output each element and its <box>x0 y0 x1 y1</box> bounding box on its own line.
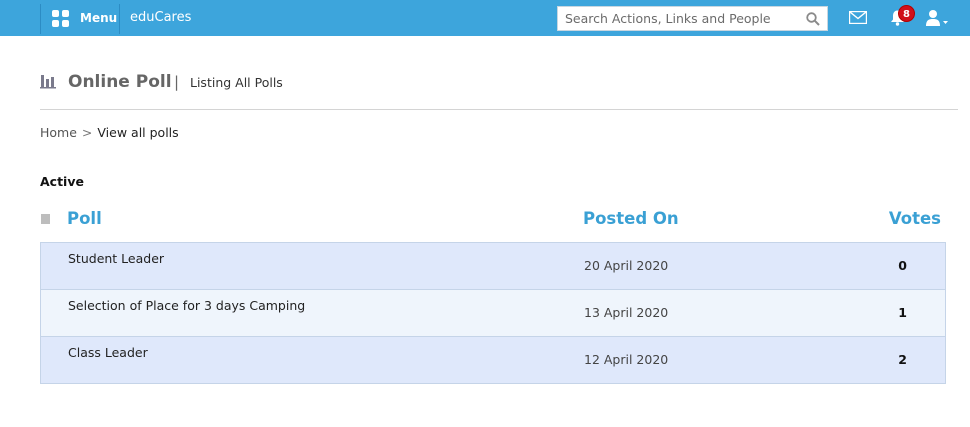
select-all-checkbox[interactable] <box>41 214 50 224</box>
page-title: Online Poll <box>68 72 172 92</box>
page-subtitle: Listing All Polls <box>190 75 283 90</box>
poll-votes: 0 <box>898 258 907 273</box>
table-header: Poll Posted On Votes <box>40 208 946 242</box>
bar-chart-icon <box>40 75 56 89</box>
menu-label: Menu <box>80 11 118 25</box>
poll-name[interactable]: Selection of Place for 3 days Camping <box>68 298 305 313</box>
page-header: Online Poll | Listing All Polls <box>40 70 958 110</box>
poll-name[interactable]: Class Leader <box>68 345 148 360</box>
user-icon[interactable] <box>925 9 949 27</box>
breadcrumb: Home > View all polls <box>40 125 179 140</box>
poll-date: 20 April 2020 <box>584 258 669 273</box>
table-row[interactable]: Selection of Place for 3 days Camping 13… <box>40 289 946 337</box>
poll-date: 13 April 2020 <box>584 305 669 320</box>
menu-button[interactable]: Menu <box>40 4 120 34</box>
column-header-posted-on[interactable]: Posted On <box>583 209 679 228</box>
poll-date: 12 April 2020 <box>584 352 669 367</box>
title-separator: | <box>174 73 180 91</box>
top-navigation-bar: Menu eduCares 8 <box>0 0 970 36</box>
breadcrumb-home-link[interactable]: Home <box>40 125 77 140</box>
search-box <box>557 6 828 31</box>
notification-badge: 8 <box>898 5 915 22</box>
table-row[interactable]: Class Leader 12 April 2020 2 <box>40 336 946 384</box>
grid-menu-icon <box>52 10 70 28</box>
section-label-active: Active <box>40 174 84 189</box>
table-row[interactable]: Student Leader 20 April 2020 0 <box>40 242 946 290</box>
brand-name[interactable]: eduCares <box>130 10 191 25</box>
poll-name[interactable]: Student Leader <box>68 251 164 266</box>
breadcrumb-arrow: > <box>81 125 93 140</box>
poll-votes: 1 <box>898 305 907 320</box>
column-header-poll[interactable]: Poll <box>67 209 102 228</box>
breadcrumb-current: View all polls <box>97 125 179 140</box>
poll-votes: 2 <box>898 352 907 367</box>
search-icon[interactable] <box>806 12 820 26</box>
search-input[interactable] <box>558 7 798 30</box>
column-header-votes[interactable]: Votes <box>889 209 941 228</box>
mail-icon[interactable] <box>849 11 867 24</box>
